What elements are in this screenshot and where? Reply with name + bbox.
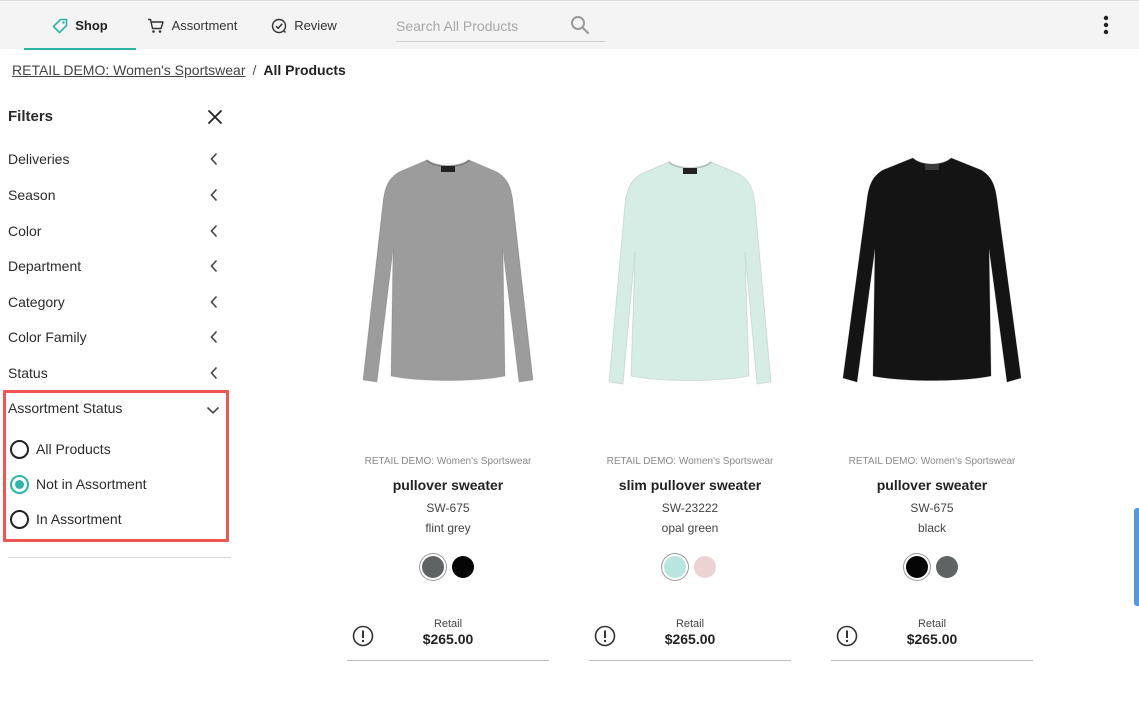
product-name[interactable]: slim pullover sweater xyxy=(589,477,791,493)
product-name[interactable]: pullover sweater xyxy=(347,477,549,493)
color-swatch-selected[interactable] xyxy=(906,556,928,578)
chevron-left-icon xyxy=(210,295,218,312)
color-swatch[interactable] xyxy=(936,556,958,578)
filter-label: Color xyxy=(8,223,42,239)
filter-assortment-status[interactable]: Assortment Status xyxy=(8,396,220,420)
search-icon[interactable] xyxy=(570,15,590,40)
filter-color[interactable]: Color xyxy=(8,219,220,243)
filter-label: Color Family xyxy=(8,329,87,345)
filter-label: Category xyxy=(8,294,65,310)
product-sku: SW-23222 xyxy=(661,501,719,515)
radio-label: In Assortment xyxy=(36,511,122,527)
tab-shop-label: Shop xyxy=(75,18,108,33)
tab-review[interactable]: Review xyxy=(270,1,338,50)
breadcrumb-link[interactable]: RETAIL DEMO: Women's Sportswear xyxy=(12,62,245,78)
product-card[interactable]: RETAIL DEMO: Women's Sportswear pullover… xyxy=(831,120,1033,661)
cart-icon xyxy=(147,18,165,34)
tag-icon xyxy=(52,18,68,34)
chevron-left-icon xyxy=(210,224,218,241)
card-divider xyxy=(347,660,549,661)
product-card[interactable]: RETAIL DEMO: Women's Sportswear pullover… xyxy=(347,120,549,661)
radio-not-in-assortment[interactable]: Not in Assortment xyxy=(10,473,147,495)
breadcrumb: RETAIL DEMO: Women's Sportswear / All Pr… xyxy=(12,62,346,78)
color-swatches xyxy=(831,553,1033,583)
color-swatch-selected[interactable] xyxy=(422,556,444,578)
filter-label: Department xyxy=(8,258,82,274)
color-swatch[interactable] xyxy=(694,556,716,578)
color-swatches xyxy=(589,553,791,583)
filter-color-family[interactable]: Color Family xyxy=(8,325,220,349)
card-divider xyxy=(589,660,791,661)
radio-label: Not in Assortment xyxy=(36,476,147,492)
radio-all-products[interactable]: All Products xyxy=(10,438,111,460)
chevron-left-icon xyxy=(210,366,218,383)
retail-label: Retail xyxy=(675,618,705,630)
product-price: $265.00 xyxy=(422,631,474,647)
retail-label: Retail xyxy=(433,618,463,630)
product-brand: RETAIL DEMO: Women's Sportswear xyxy=(848,456,1016,467)
color-swatch-selected[interactable] xyxy=(664,556,686,578)
product-brand: RETAIL DEMO: Women's Sportswear xyxy=(606,456,774,467)
radio-label: All Products xyxy=(36,441,111,457)
color-swatches xyxy=(347,553,549,583)
side-scroll-tab[interactable] xyxy=(1134,508,1139,606)
color-swatch[interactable] xyxy=(452,556,474,578)
product-price: $265.00 xyxy=(906,631,958,647)
chevron-left-icon xyxy=(210,188,218,205)
filter-season[interactable]: Season xyxy=(8,183,220,207)
filter-status[interactable]: Status xyxy=(8,361,220,385)
check-circle-icon xyxy=(271,18,287,34)
page-title: All Products xyxy=(263,62,346,78)
tab-assortment-label: Assortment xyxy=(171,18,238,33)
chevron-left-icon xyxy=(210,330,218,347)
filters-title: Filters xyxy=(8,108,54,125)
product-price: $265.00 xyxy=(664,631,716,647)
product-sku: SW-675 xyxy=(426,501,470,515)
product-color: opal green xyxy=(661,521,719,535)
filter-label: Season xyxy=(8,187,56,203)
filter-category[interactable]: Category xyxy=(8,290,220,314)
filter-department[interactable]: Department xyxy=(8,254,220,278)
filters-panel: Filters Deliveries Season Color Departme… xyxy=(0,100,232,570)
breadcrumb-separator: / xyxy=(252,62,257,78)
filters-divider xyxy=(8,557,231,558)
search-input[interactable] xyxy=(396,15,566,37)
product-image[interactable] xyxy=(589,120,791,420)
filter-label: Deliveries xyxy=(8,151,70,167)
tab-assortment[interactable]: Assortment xyxy=(146,1,238,50)
filter-deliveries[interactable]: Deliveries xyxy=(8,147,220,171)
search-box xyxy=(396,11,605,42)
product-card[interactable]: RETAIL DEMO: Women's Sportswear slim pul… xyxy=(589,120,791,661)
card-divider xyxy=(831,660,1033,661)
radio-button[interactable] xyxy=(10,439,29,459)
product-name[interactable]: pullover sweater xyxy=(831,477,1033,493)
radio-button-checked[interactable] xyxy=(10,474,29,494)
product-image[interactable] xyxy=(347,120,549,420)
filter-label: Status xyxy=(8,365,48,381)
radio-button[interactable] xyxy=(10,509,29,529)
close-icon[interactable] xyxy=(207,109,223,130)
tab-shop[interactable]: Shop xyxy=(24,1,136,50)
chevron-left-icon xyxy=(210,259,218,276)
radio-in-assortment[interactable]: In Assortment xyxy=(10,508,122,530)
top-nav-bar: Shop Assortment Review xyxy=(0,0,1139,50)
retail-label: Retail xyxy=(917,618,947,630)
kebab-icon[interactable] xyxy=(1097,15,1115,37)
product-sku: SW-675 xyxy=(910,501,954,515)
product-color: flint grey xyxy=(425,521,471,535)
product-image[interactable] xyxy=(831,120,1033,420)
product-brand: RETAIL DEMO: Women's Sportswear xyxy=(364,456,532,467)
chevron-down-icon xyxy=(206,402,220,418)
tab-review-label: Review xyxy=(294,18,337,33)
chevron-left-icon xyxy=(210,152,218,169)
filter-label: Assortment Status xyxy=(8,400,123,416)
product-color: black xyxy=(917,521,946,535)
